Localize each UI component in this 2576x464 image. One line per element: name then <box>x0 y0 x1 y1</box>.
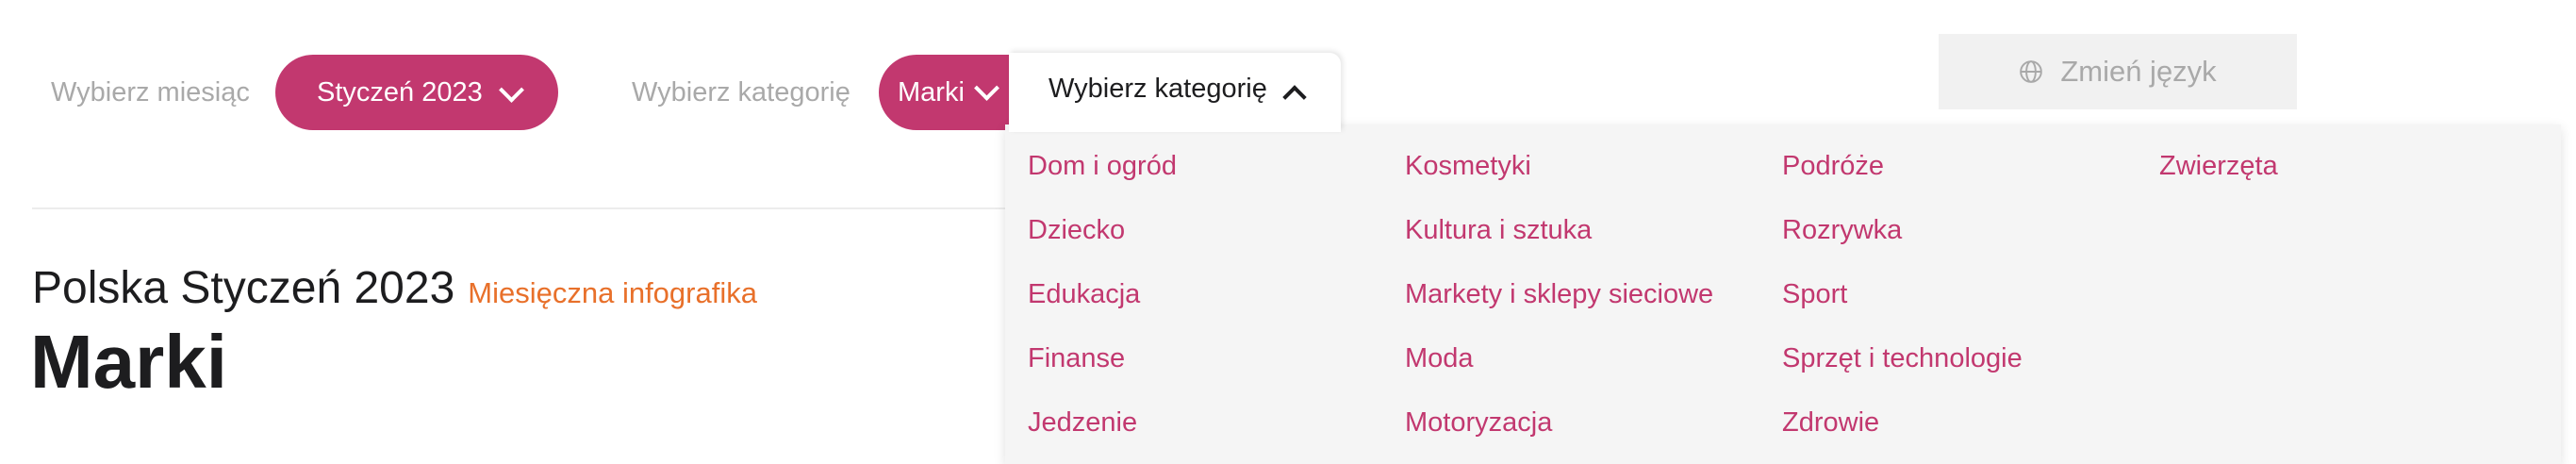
change-language-label: Zmień język <box>2060 55 2217 88</box>
category-option-dom-i-ogrod[interactable]: Dom i ogród <box>1028 151 1177 182</box>
category-select-button[interactable]: Marki <box>879 55 1011 130</box>
category-option-dziecko[interactable]: Dziecko <box>1028 215 1125 246</box>
chevron-down-icon <box>973 75 999 101</box>
subcategory-dropdown-label: Wybierz kategorię <box>1049 74 1267 104</box>
category-option-sprzet-i-technologie[interactable]: Sprzęt i technologie <box>1782 343 2023 374</box>
month-select-button[interactable]: Styczeń 2023 <box>275 55 558 130</box>
monthly-infographic-link[interactable]: Miesięczna infografika <box>468 276 757 310</box>
page-title: Marki <box>30 320 227 404</box>
category-option-moda[interactable]: Moda <box>1405 343 1474 374</box>
page-subtitle: Polska Styczeń 2023 Miesięczna infografi… <box>32 262 757 314</box>
category-option-finanse[interactable]: Finanse <box>1028 343 1125 374</box>
category-option-sport[interactable]: Sport <box>1782 279 1847 310</box>
category-option-kultura-i-sztuka[interactable]: Kultura i sztuka <box>1405 215 1592 246</box>
category-option-motoryzacja[interactable]: Motoryzacja <box>1405 407 1552 439</box>
subcategory-dropdown-panel: Dom i ogród Dziecko Edukacja Finanse Jed… <box>1005 124 2561 464</box>
category-option-kosmetyki[interactable]: Kosmetyki <box>1405 151 1531 182</box>
divider <box>32 207 1013 209</box>
month-select-value: Styczeń 2023 <box>317 76 483 108</box>
category-option-podroze[interactable]: Podróże <box>1782 151 1884 182</box>
globe-icon <box>2020 60 2043 83</box>
category-select-value: Marki <box>898 76 965 108</box>
subtitle-country-month: Polska Styczeń 2023 <box>32 263 455 313</box>
category-option-jedzenie[interactable]: Jedzenie <box>1028 407 1137 439</box>
month-filter-label: Wybierz miesiąc <box>51 77 250 108</box>
chevron-down-icon <box>499 77 524 103</box>
category-option-zwierzeta[interactable]: Zwierzęta <box>2159 151 2278 182</box>
category-option-zdrowie[interactable]: Zdrowie <box>1782 407 1879 439</box>
category-option-edukacja[interactable]: Edukacja <box>1028 279 1140 310</box>
category-filter-label: Wybierz kategorię <box>632 77 850 108</box>
category-option-markety[interactable]: Markety i sklepy sieciowe <box>1405 279 1713 310</box>
chevron-up-icon <box>1282 85 1307 109</box>
category-option-rozrywka[interactable]: Rozrywka <box>1782 215 1902 246</box>
change-language-button[interactable]: Zmień język <box>1939 34 2297 109</box>
subcategory-dropdown-toggle[interactable]: Wybierz kategorię <box>1009 53 1341 132</box>
